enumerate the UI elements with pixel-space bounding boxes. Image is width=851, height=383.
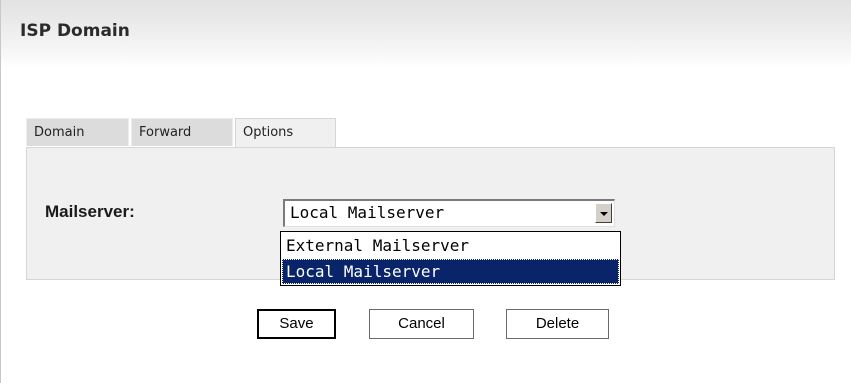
- panel-header: ISP Domain: [1, 0, 851, 68]
- mailserver-label: Mailserver:: [45, 202, 135, 221]
- mailserver-select-value: Local Mailserver: [290, 203, 445, 222]
- tab-forward[interactable]: Forward: [131, 118, 233, 146]
- save-button[interactable]: Save: [257, 309, 336, 339]
- mailserver-select[interactable]: Local Mailserver: [283, 199, 615, 227]
- chevron-down-icon[interactable]: [595, 203, 612, 223]
- dropdown-option-external-mailserver[interactable]: External Mailserver: [282, 233, 619, 258]
- tab-options[interactable]: Options: [235, 118, 336, 148]
- delete-button[interactable]: Delete: [506, 309, 609, 339]
- page-title: ISP Domain: [20, 21, 130, 41]
- tab-domain[interactable]: Domain: [26, 118, 129, 146]
- dropdown-option-local-mailserver[interactable]: Local Mailserver: [282, 259, 619, 284]
- isp-domain-panel: ISP Domain Domain Forward Options Mailse…: [0, 0, 851, 383]
- mailserver-dropdown-list: External Mailserver Local Mailserver: [280, 231, 621, 286]
- cancel-button[interactable]: Cancel: [369, 309, 474, 339]
